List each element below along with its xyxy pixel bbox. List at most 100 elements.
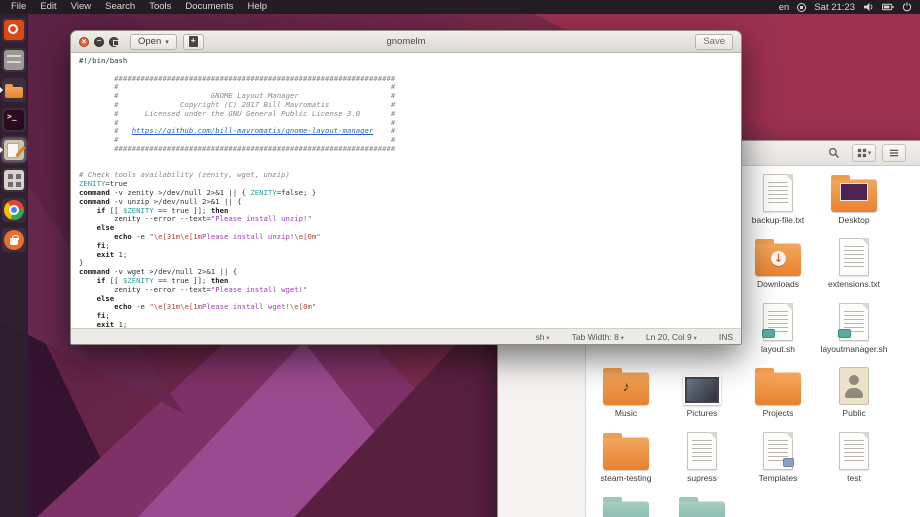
file-label: test: [816, 473, 892, 483]
file-cabinet-icon: [4, 50, 24, 70]
file-label: backup-file.txt: [740, 215, 816, 225]
clock[interactable]: Sat 21:23: [814, 2, 855, 13]
folder-icon: [4, 80, 24, 100]
file-label: Pictures: [664, 408, 740, 418]
file-label: Public: [816, 408, 892, 418]
file-label: Projects: [740, 408, 816, 418]
file-item[interactable]: Templates: [740, 428, 816, 483]
keyboard-icon[interactable]: [797, 3, 806, 12]
file-item[interactable]: backup-file.txt: [740, 170, 816, 225]
tab-width-selector[interactable]: Tab Width: 8: [572, 332, 624, 342]
file-label: supress: [664, 473, 740, 483]
keyboard-layout-indicator[interactable]: en: [779, 2, 790, 13]
language-selector[interactable]: sh: [536, 332, 550, 342]
menu-documents[interactable]: Documents: [178, 0, 240, 14]
new-document-icon: [189, 36, 198, 47]
gedit-headerbar: gnomelm Open Save: [71, 31, 741, 53]
running-indicator-arrow: [0, 87, 3, 93]
file-item[interactable]: Downloads: [740, 234, 816, 289]
folder-downloads-icon: [740, 234, 816, 276]
launcher-files[interactable]: [2, 78, 26, 102]
launcher-terminal[interactable]: [2, 108, 26, 132]
gedit-window: gnomelm Open Save #!/bin/bash ##########…: [70, 30, 742, 345]
text-icon: [664, 428, 740, 470]
file-item[interactable]: layoutmanager.sh: [816, 299, 892, 354]
menu-edit[interactable]: Edit: [33, 0, 63, 14]
volume-icon[interactable]: [863, 2, 874, 12]
file-item[interactable]: supress: [664, 428, 740, 483]
file-item[interactable]: extensions.txt: [816, 234, 892, 289]
launcher-ubuntu-button[interactable]: [2, 18, 26, 42]
indicator-area: en Sat 21:23: [779, 2, 920, 13]
launcher-chromium[interactable]: [2, 198, 26, 222]
editor-area[interactable]: #!/bin/bash ############################…: [71, 53, 741, 328]
file-item[interactable]: [588, 492, 664, 517]
cursor-position[interactable]: Ln 20, Col 9: [646, 332, 697, 342]
file-item[interactable]: Public: [816, 363, 892, 418]
hamburger-icon: [889, 148, 899, 158]
text-icon: [740, 170, 816, 212]
file-label: Desktop: [816, 215, 892, 225]
software-store-icon: [4, 230, 24, 250]
file-label: Templates: [740, 473, 816, 483]
file-label: Downloads: [740, 279, 816, 289]
file-item[interactable]: Pictures: [664, 363, 740, 418]
folder-teal-icon: [664, 492, 740, 517]
ubuntu-desktop: backup-file.txtDesktop Downloadsextension…: [0, 0, 920, 517]
text-icon: [816, 234, 892, 276]
battery-icon[interactable]: [882, 3, 894, 11]
folder-teal-icon: [588, 492, 664, 517]
chevron-down-icon: [161, 36, 169, 47]
code-content: #!/bin/bash ############################…: [79, 57, 741, 328]
file-item[interactable]: test: [816, 428, 892, 483]
text-editor-icon: [4, 140, 24, 160]
maximize-button[interactable]: [109, 37, 119, 47]
launcher-archive[interactable]: [2, 48, 26, 72]
file-item[interactable]: [664, 492, 740, 517]
open-button-label: Open: [138, 36, 161, 47]
menu-help[interactable]: Help: [240, 0, 274, 14]
folder-desktop-icon: [816, 170, 892, 212]
launcher-gedit[interactable]: [2, 138, 26, 162]
file-item[interactable]: Music: [588, 363, 664, 418]
file-label: Music: [588, 408, 664, 418]
menu-view[interactable]: View: [64, 0, 98, 14]
text-template-icon: [740, 428, 816, 470]
insert-mode-indicator: INS: [719, 332, 733, 342]
menu-button[interactable]: [882, 144, 906, 162]
chromium-icon: [4, 200, 24, 220]
file-item[interactable]: Projects: [740, 363, 816, 418]
running-indicator-arrow: [0, 147, 3, 153]
ubuntu-logo-icon: [4, 20, 24, 40]
file-item[interactable]: steam-testing: [588, 428, 664, 483]
minimize-button[interactable]: [94, 37, 104, 47]
folder-music-icon: [588, 363, 664, 405]
menu-file[interactable]: File: [4, 0, 33, 14]
view-toggle-button[interactable]: [852, 144, 876, 162]
menu-search[interactable]: Search: [98, 0, 142, 14]
pictures-icon: [664, 363, 740, 405]
save-button[interactable]: Save: [695, 34, 733, 50]
file-label: layoutmanager.sh: [816, 344, 892, 354]
search-icon: [828, 147, 840, 159]
new-document-button[interactable]: [183, 34, 204, 50]
top-panel: FileEditViewSearchToolsDocumentsHelp en …: [0, 0, 920, 14]
script-icon: [816, 299, 892, 341]
public-icon: [816, 363, 892, 405]
file-item[interactable]: Desktop: [816, 170, 892, 225]
power-icon[interactable]: [902, 2, 912, 12]
close-button[interactable]: [79, 37, 89, 47]
file-item[interactable]: layout.sh: [740, 299, 816, 354]
grid-view-icon: [857, 148, 867, 158]
search-button[interactable]: [822, 144, 846, 162]
launcher-keypad[interactable]: [2, 168, 26, 192]
file-label: extensions.txt: [816, 279, 892, 289]
file-label: layout.sh: [740, 344, 816, 354]
folder-icon: [588, 428, 664, 470]
open-button[interactable]: Open: [130, 34, 177, 50]
global-menubar: FileEditViewSearchToolsDocumentsHelp: [4, 0, 274, 14]
keypad-icon: [4, 170, 24, 190]
text-icon: [816, 428, 892, 470]
launcher-software[interactable]: [2, 228, 26, 252]
menu-tools[interactable]: Tools: [142, 0, 178, 14]
